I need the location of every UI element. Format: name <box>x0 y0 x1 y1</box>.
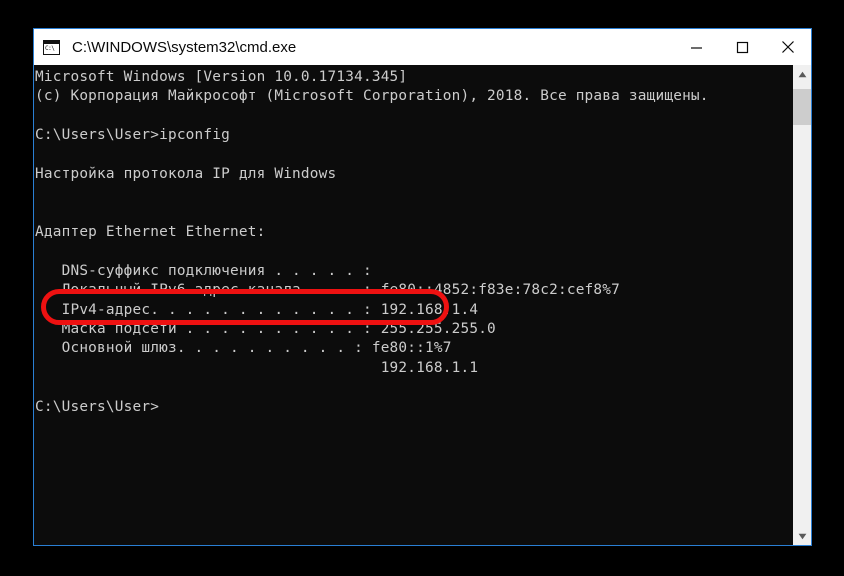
screen-background: C:\WINDOWS\system32\cmd.exe <box>0 0 844 576</box>
console-scrollbar[interactable] <box>792 65 811 545</box>
window-title-bar[interactable]: C:\WINDOWS\system32\cmd.exe <box>34 29 811 65</box>
console-line: Настройка протокола IP для Windows <box>35 165 337 182</box>
console-line-prompt: C:\Users\User> <box>35 398 160 415</box>
scrollbar-track[interactable] <box>793 83 811 527</box>
console-line-dns-suffix: DNS-суффикс подключения . . . . . : <box>35 262 372 279</box>
scrollbar-thumb[interactable] <box>793 89 811 125</box>
console-line-ipv6-link-local: Локальный IPv6-адрес канала . . . : fe80… <box>35 282 621 299</box>
console-line-subnet-mask: Маска подсети . . . . . . . . . . : 255.… <box>35 321 496 338</box>
window-title: C:\WINDOWS\system32\cmd.exe <box>72 38 297 56</box>
console-line-default-gateway: Основной шлюз. . . . . . . . . . : fe80:… <box>35 340 452 357</box>
console-line-default-gateway-2: 192.168.1.1 <box>35 359 479 376</box>
maximize-button[interactable] <box>719 30 765 65</box>
console-area: Microsoft Windows [Version 10.0.17134.34… <box>34 65 811 545</box>
cmd-console-icon <box>43 39 60 55</box>
scroll-down-arrow-icon[interactable] <box>793 527 811 545</box>
scroll-up-arrow-icon[interactable] <box>793 65 811 83</box>
console-line: Microsoft Windows [Version 10.0.17134.34… <box>35 69 408 85</box>
console-line-adapter: Адаптер Ethernet Ethernet: <box>35 224 266 241</box>
cmd-window: C:\WINDOWS\system32\cmd.exe <box>33 28 812 546</box>
console-line-ipv4-address: IPv4-адрес. . . . . . . . . . . . : 192.… <box>35 301 479 318</box>
console-output[interactable]: Microsoft Windows [Version 10.0.17134.34… <box>34 65 792 545</box>
title-bar-left: C:\WINDOWS\system32\cmd.exe <box>34 39 673 56</box>
close-button[interactable] <box>765 30 811 65</box>
console-line: (c) Корпорация Майкрософт (Microsoft Cor… <box>35 88 709 105</box>
minimize-button[interactable] <box>673 30 719 65</box>
console-line-command: C:\Users\User>ipconfig <box>35 127 231 144</box>
